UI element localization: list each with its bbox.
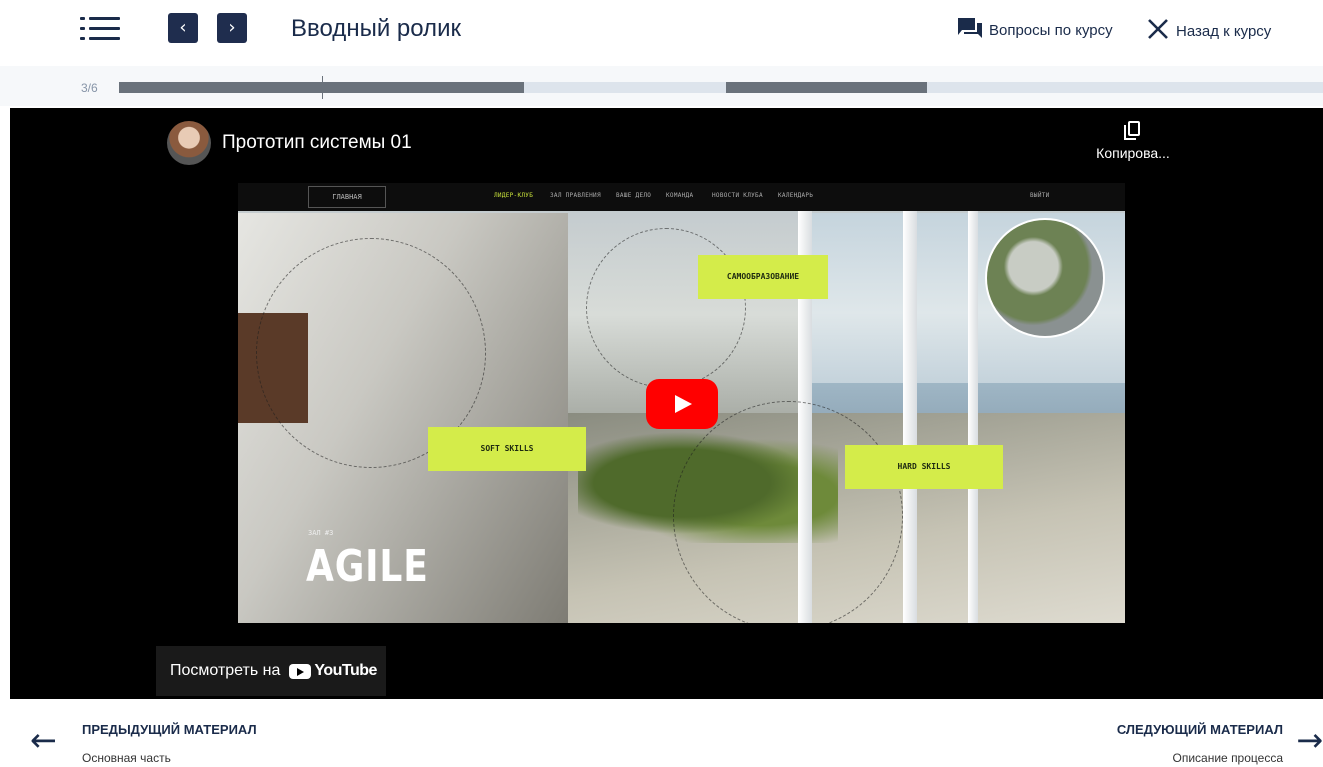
previous-material-heading: ПРЕДЫДУЩИЙ МАТЕРИАЛ xyxy=(82,722,257,737)
back-to-course-link[interactable]: Назад к курсу xyxy=(1147,18,1271,44)
progress-segment-4[interactable] xyxy=(927,82,1323,93)
next-material-title: Описание процесса xyxy=(1172,751,1283,765)
progress-segment-3[interactable] xyxy=(726,82,927,93)
video-player[interactable]: Прототип системы 01 Копирова... ГЛАВНАЯ … xyxy=(10,108,1323,699)
thumb-nav-item: ВАШЕ ДЕЛО xyxy=(616,192,652,199)
play-button[interactable] xyxy=(646,379,718,429)
page-title: Вводный ролик xyxy=(291,15,461,42)
thumb-zone-title: AGILE xyxy=(306,541,429,592)
next-material-link[interactable]: СЛЕДУЮЩИЙ МАТЕРИАЛ Описание процесса → xyxy=(1003,710,1323,767)
thumb-map-circle xyxy=(985,218,1105,338)
thumb-tag-self-education: САМООБРАЗОВАНИЕ xyxy=(698,255,828,299)
thumb-nav-item: НОВОСТИ КЛУБА xyxy=(712,192,763,199)
list-icon[interactable] xyxy=(80,14,120,44)
thumb-nav-bar: ГЛАВНАЯ ЛИДЕР-КЛУБ ЗАЛ ПРАВЛЕНИЯ ВАШЕ ДЕ… xyxy=(238,183,1125,211)
back-to-course-label: Назад к курсу xyxy=(1176,22,1272,40)
previous-material-link[interactable]: ← ПРЕДЫДУЩИЙ МАТЕРИАЛ Основная часть xyxy=(30,710,330,767)
thumb-tag-hard-skills: HARD SKILLS xyxy=(845,445,1003,489)
previous-material-title: Основная часть xyxy=(82,751,171,765)
material-navigation: ← ПРЕДЫДУЩИЙ МАТЕРИАЛ Основная часть СЛЕ… xyxy=(0,710,1323,767)
arrow-right-icon: → xyxy=(1296,721,1323,759)
thumb-zone-circle xyxy=(586,228,746,388)
copy-link-label: Копирова... xyxy=(1096,145,1170,161)
channel-avatar[interactable] xyxy=(167,121,211,165)
thumb-zone-circle xyxy=(673,401,903,623)
progress-label: 3/6 xyxy=(81,81,98,95)
thumb-tag-soft-skills: SOFT SKILLS xyxy=(428,427,586,471)
copy-link-button[interactable]: Копирова... xyxy=(1088,121,1178,163)
thumb-pillar xyxy=(903,211,917,623)
thumb-zone-number: ЗАЛ #3 xyxy=(308,529,334,537)
chevron-right-icon[interactable]: › xyxy=(217,13,247,43)
thumb-nav-item: КАЛЕНДАРЬ xyxy=(778,192,814,199)
watch-on-label: Посмотреть на xyxy=(170,662,281,679)
progress-segment-2[interactable] xyxy=(524,82,726,93)
next-material-heading: СЛЕДУЮЩИЙ МАТЕРИАЛ xyxy=(1116,722,1283,737)
arrow-left-icon: ← xyxy=(30,721,57,759)
thumb-pillar xyxy=(968,211,978,623)
watch-on-youtube-button[interactable]: Посмотреть на YouTube xyxy=(156,646,386,696)
chevron-left-icon[interactable]: ‹ xyxy=(168,13,198,43)
thumb-nav-item: ЗАЛ ПРАВЛЕНИЯ xyxy=(550,192,601,199)
thumb-nav-exit: ВЫЙТИ xyxy=(1030,192,1050,199)
youtube-wordmark: YouTube xyxy=(314,662,377,679)
top-bar: ‹ › Вводный ролик Вопросы по курсу Назад… xyxy=(0,0,1323,60)
course-questions-label: Вопросы по курсу xyxy=(989,21,1113,39)
copy-icon xyxy=(1124,121,1142,141)
progress-row: 3/6 xyxy=(0,66,1323,106)
course-questions-link[interactable]: Вопросы по курсу xyxy=(958,18,1113,42)
thumb-nav-home: ГЛАВНАЯ xyxy=(308,186,386,208)
close-icon xyxy=(1147,18,1169,44)
youtube-logo-icon: YouTube xyxy=(289,662,377,680)
thumb-nav-item: ЛИДЕР-КЛУБ xyxy=(494,192,534,199)
thumb-nav-item: КОМАНДА xyxy=(666,192,694,199)
progress-marker xyxy=(322,76,323,99)
video-title[interactable]: Прототип системы 01 xyxy=(222,132,412,154)
chat-icon xyxy=(958,18,982,42)
